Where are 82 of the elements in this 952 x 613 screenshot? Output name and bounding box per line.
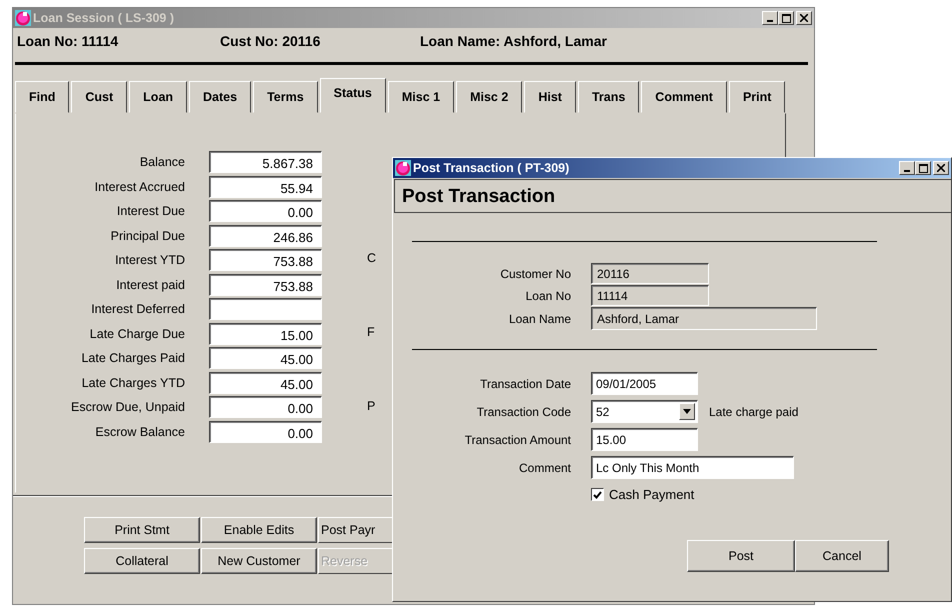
field-label: Late Charges Paid [80,350,185,367]
field-label: Transaction Date [479,376,571,390]
tab[interactable]: Trans [578,81,640,113]
tab[interactable]: Misc 2 [456,81,522,113]
code-description: Late charge paid [709,404,798,418]
tab[interactable]: Terms [253,81,318,113]
close-button[interactable] [796,11,812,25]
close-icon [800,14,808,22]
app-icon [15,10,31,26]
amount-field[interactable]: 15.00 [209,322,322,344]
input-field[interactable]: 09/01/2005 [591,372,698,395]
tab[interactable]: Loan [129,81,188,113]
minimize-button[interactable] [762,11,778,25]
maximize-button[interactable] [915,161,931,175]
maximize-icon [782,14,790,22]
action-button[interactable]: Post Payr [318,517,393,543]
field-label: Principal Due [110,228,185,245]
field-label: Interest YTD [114,252,185,269]
dialog-button[interactable]: Cancel [795,540,889,572]
header-label: Loan Name: Ashford, Lamar [420,33,607,49]
action-button[interactable]: New Customer [201,548,317,574]
field-label: Escrow Due, Unpaid [70,399,185,416]
amount-field[interactable]: 45.00 [209,347,322,369]
field-label: Transaction Code [476,404,571,418]
readonly-field: 20116 [591,263,709,284]
field-label: Customer No [499,266,571,280]
tab[interactable]: Hist [524,81,576,113]
comment-field[interactable]: Lc Only This Month [591,456,794,479]
amount-field[interactable]: 55.94 [209,176,322,198]
field-label: Late Charges YTD [80,374,185,392]
input-field[interactable]: 15.00 [591,428,698,451]
maximize-icon [918,164,928,172]
minimize-button[interactable] [899,161,915,175]
amount-field[interactable]: 45.00 [209,372,322,394]
tab[interactable]: Status [320,78,386,113]
field-label: Transaction Amount [464,432,571,446]
action-button[interactable]: Print Stmt [84,517,200,543]
tab[interactable]: Find [15,81,70,113]
tab[interactable]: Comment [641,81,727,113]
tab[interactable]: Cust [71,81,128,113]
dialog-heading: Post Transaction [394,179,951,213]
field-label: C [367,250,376,266]
field-label: Late Charge Due [88,326,185,343]
tab[interactable]: Print [728,81,786,113]
header-label: Loan No: 11114 [17,33,120,49]
field-label: Loan No [524,288,571,302]
close-button[interactable] [933,161,949,175]
maximize-button[interactable] [778,11,794,25]
close-icon [937,164,945,172]
field-label: Interest paid [115,276,185,294]
tab[interactable]: Misc 1 [388,81,454,113]
app-icon [395,160,411,176]
field-label: Loan Name [508,312,571,326]
amount-field[interactable] [209,298,322,320]
amount-field[interactable]: 753.88 [209,274,322,296]
field-label: Comment [518,460,571,474]
amount-field[interactable]: 246.86 [209,224,322,246]
field-label: Balance [138,154,185,171]
field-label: P [367,398,376,414]
amount-field[interactable]: 0.00 [209,200,322,222]
checkbox[interactable] [591,488,604,501]
tab[interactable]: Dates [189,81,252,113]
amount-field[interactable]: 0.00 [209,420,322,442]
action-button[interactable]: Enable Edits [201,517,317,543]
field-label: Escrow Balance [94,424,185,440]
amount-field[interactable]: 753.88 [209,249,322,271]
readonly-field: Ashford, Lamar [591,307,817,330]
field-label: Interest Due [116,203,185,220]
header-label: Cust No: 20116 [220,33,322,49]
amount-field[interactable]: 0.00 [209,396,322,418]
window-title: Loan Session ( LS-309 ) [33,11,176,25]
field-label: F [367,324,376,340]
checkbox-label: Cash Payment [609,487,694,502]
field-label: Interest Deferred [90,301,185,318]
window-title: Post Transaction ( PT-309) [413,161,570,175]
readonly-field: 11114 [591,285,709,306]
field-label: Interest Accrued [94,178,185,196]
amount-field[interactable]: 5.867.38 [209,151,322,173]
dialog-button[interactable]: Post [687,540,795,572]
action-button[interactable]: Collateral [84,548,200,574]
code-dropdown[interactable]: 52 [591,400,698,423]
dropdown-arrow-icon [683,409,691,414]
